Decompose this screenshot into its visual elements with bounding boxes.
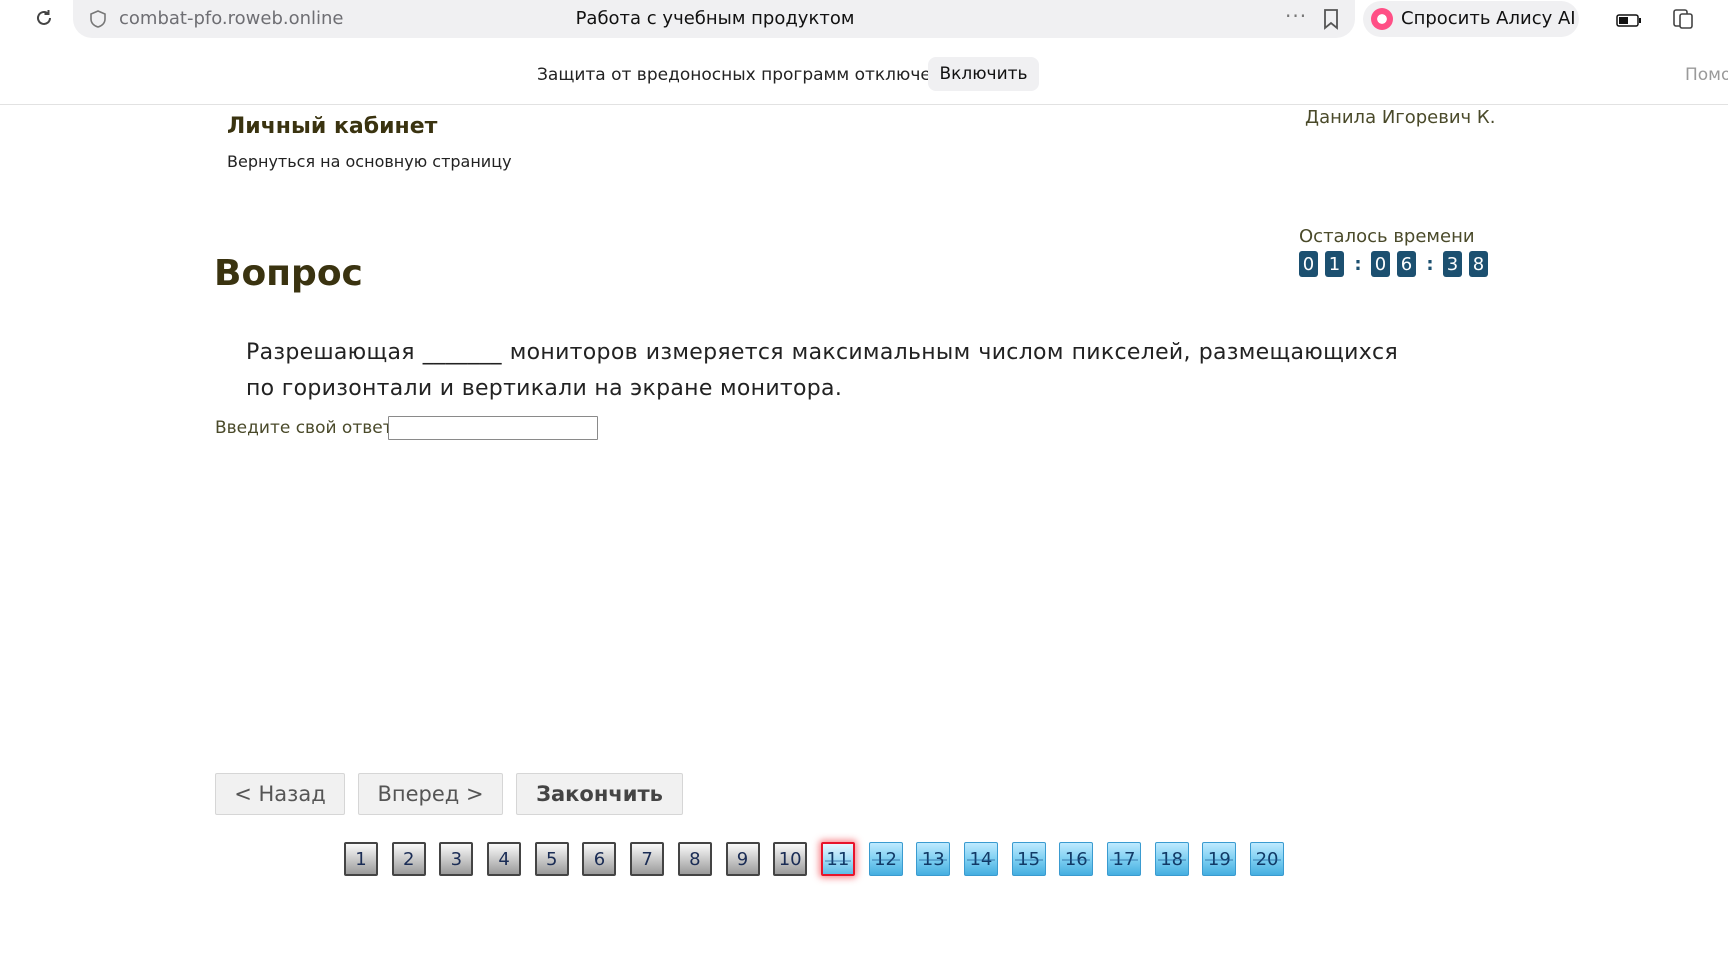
page-title: Работа с учебным продуктом <box>575 8 855 29</box>
timer-digit: 8 <box>1469 251 1488 277</box>
page-button[interactable]: 15 <box>1011 842 1046 876</box>
alice-icon <box>1371 8 1393 30</box>
enable-protection-button[interactable]: Включить <box>928 57 1039 91</box>
timer-digit: 3 <box>1443 251 1462 277</box>
finish-button[interactable]: Закончить <box>516 773 683 815</box>
page-button[interactable]: 8 <box>677 842 712 876</box>
page-button[interactable]: 20 <box>1250 842 1285 876</box>
page-button[interactable]: 2 <box>391 842 426 876</box>
help-link[interactable]: Помощь <box>1685 65 1728 85</box>
timer-separator: : <box>1354 253 1362 275</box>
security-notice-text: Защита от вредоносных программ отключена <box>537 65 953 85</box>
page-button[interactable]: 14 <box>963 842 998 876</box>
timer-digit: 0 <box>1299 251 1318 277</box>
page-button[interactable]: 4 <box>487 842 522 876</box>
back-to-main-link[interactable]: Вернуться на основную страницу <box>227 152 512 171</box>
bookmark-icon[interactable] <box>1322 8 1340 30</box>
question-text: Разрешающая _______ мониторов измеряется… <box>246 340 1398 401</box>
countdown-timer: 0 1 : 0 6 : 3 8 <box>1299 251 1495 277</box>
page-button[interactable]: 7 <box>630 842 665 876</box>
page-button[interactable]: 10 <box>773 842 808 876</box>
browser-toolbar: combat-pfo.roweb.online Работа с учебным… <box>0 0 1728 40</box>
battery-icon <box>1616 12 1642 27</box>
question-pagination: 1 2 3 4 5 6 7 8 9 10 11 12 13 14 15 16 1… <box>344 842 1298 876</box>
back-button[interactable]: < Назад <box>215 773 345 815</box>
page-button[interactable]: 16 <box>1059 842 1094 876</box>
question-heading: Вопрос <box>214 253 363 294</box>
timer-digit: 6 <box>1397 251 1416 277</box>
page-button[interactable]: 18 <box>1154 842 1189 876</box>
page-button[interactable]: 5 <box>534 842 569 876</box>
time-remaining-label: Осталось времени <box>1299 226 1475 247</box>
side-panel-icon[interactable] <box>1671 7 1695 31</box>
answer-input[interactable] <box>388 416 598 440</box>
page-button[interactable]: 1 <box>344 842 378 876</box>
user-name: Данила Игоревич К. <box>1305 107 1496 128</box>
page-button[interactable]: 13 <box>916 842 951 876</box>
timer-digit: 0 <box>1371 251 1390 277</box>
more-icon[interactable]: ··· <box>1285 4 1307 28</box>
page-button-current[interactable]: 11 <box>820 842 855 876</box>
answer-label: Введите свой ответ <box>215 418 393 438</box>
alice-label[interactable]: Спросить Алису AI <box>1401 8 1576 29</box>
timer-digit: 1 <box>1325 251 1344 277</box>
timer-separator: : <box>1426 253 1434 275</box>
page-button[interactable]: 6 <box>582 842 617 876</box>
page-button[interactable]: 3 <box>439 842 474 876</box>
page-button[interactable]: 17 <box>1107 842 1141 876</box>
next-button[interactable]: Вперед > <box>358 773 503 815</box>
page-button[interactable]: 19 <box>1202 842 1237 876</box>
page-button[interactable]: 9 <box>725 842 760 876</box>
page-button[interactable]: 12 <box>868 842 903 876</box>
cabinet-title[interactable]: Личный кабинет <box>227 114 437 139</box>
